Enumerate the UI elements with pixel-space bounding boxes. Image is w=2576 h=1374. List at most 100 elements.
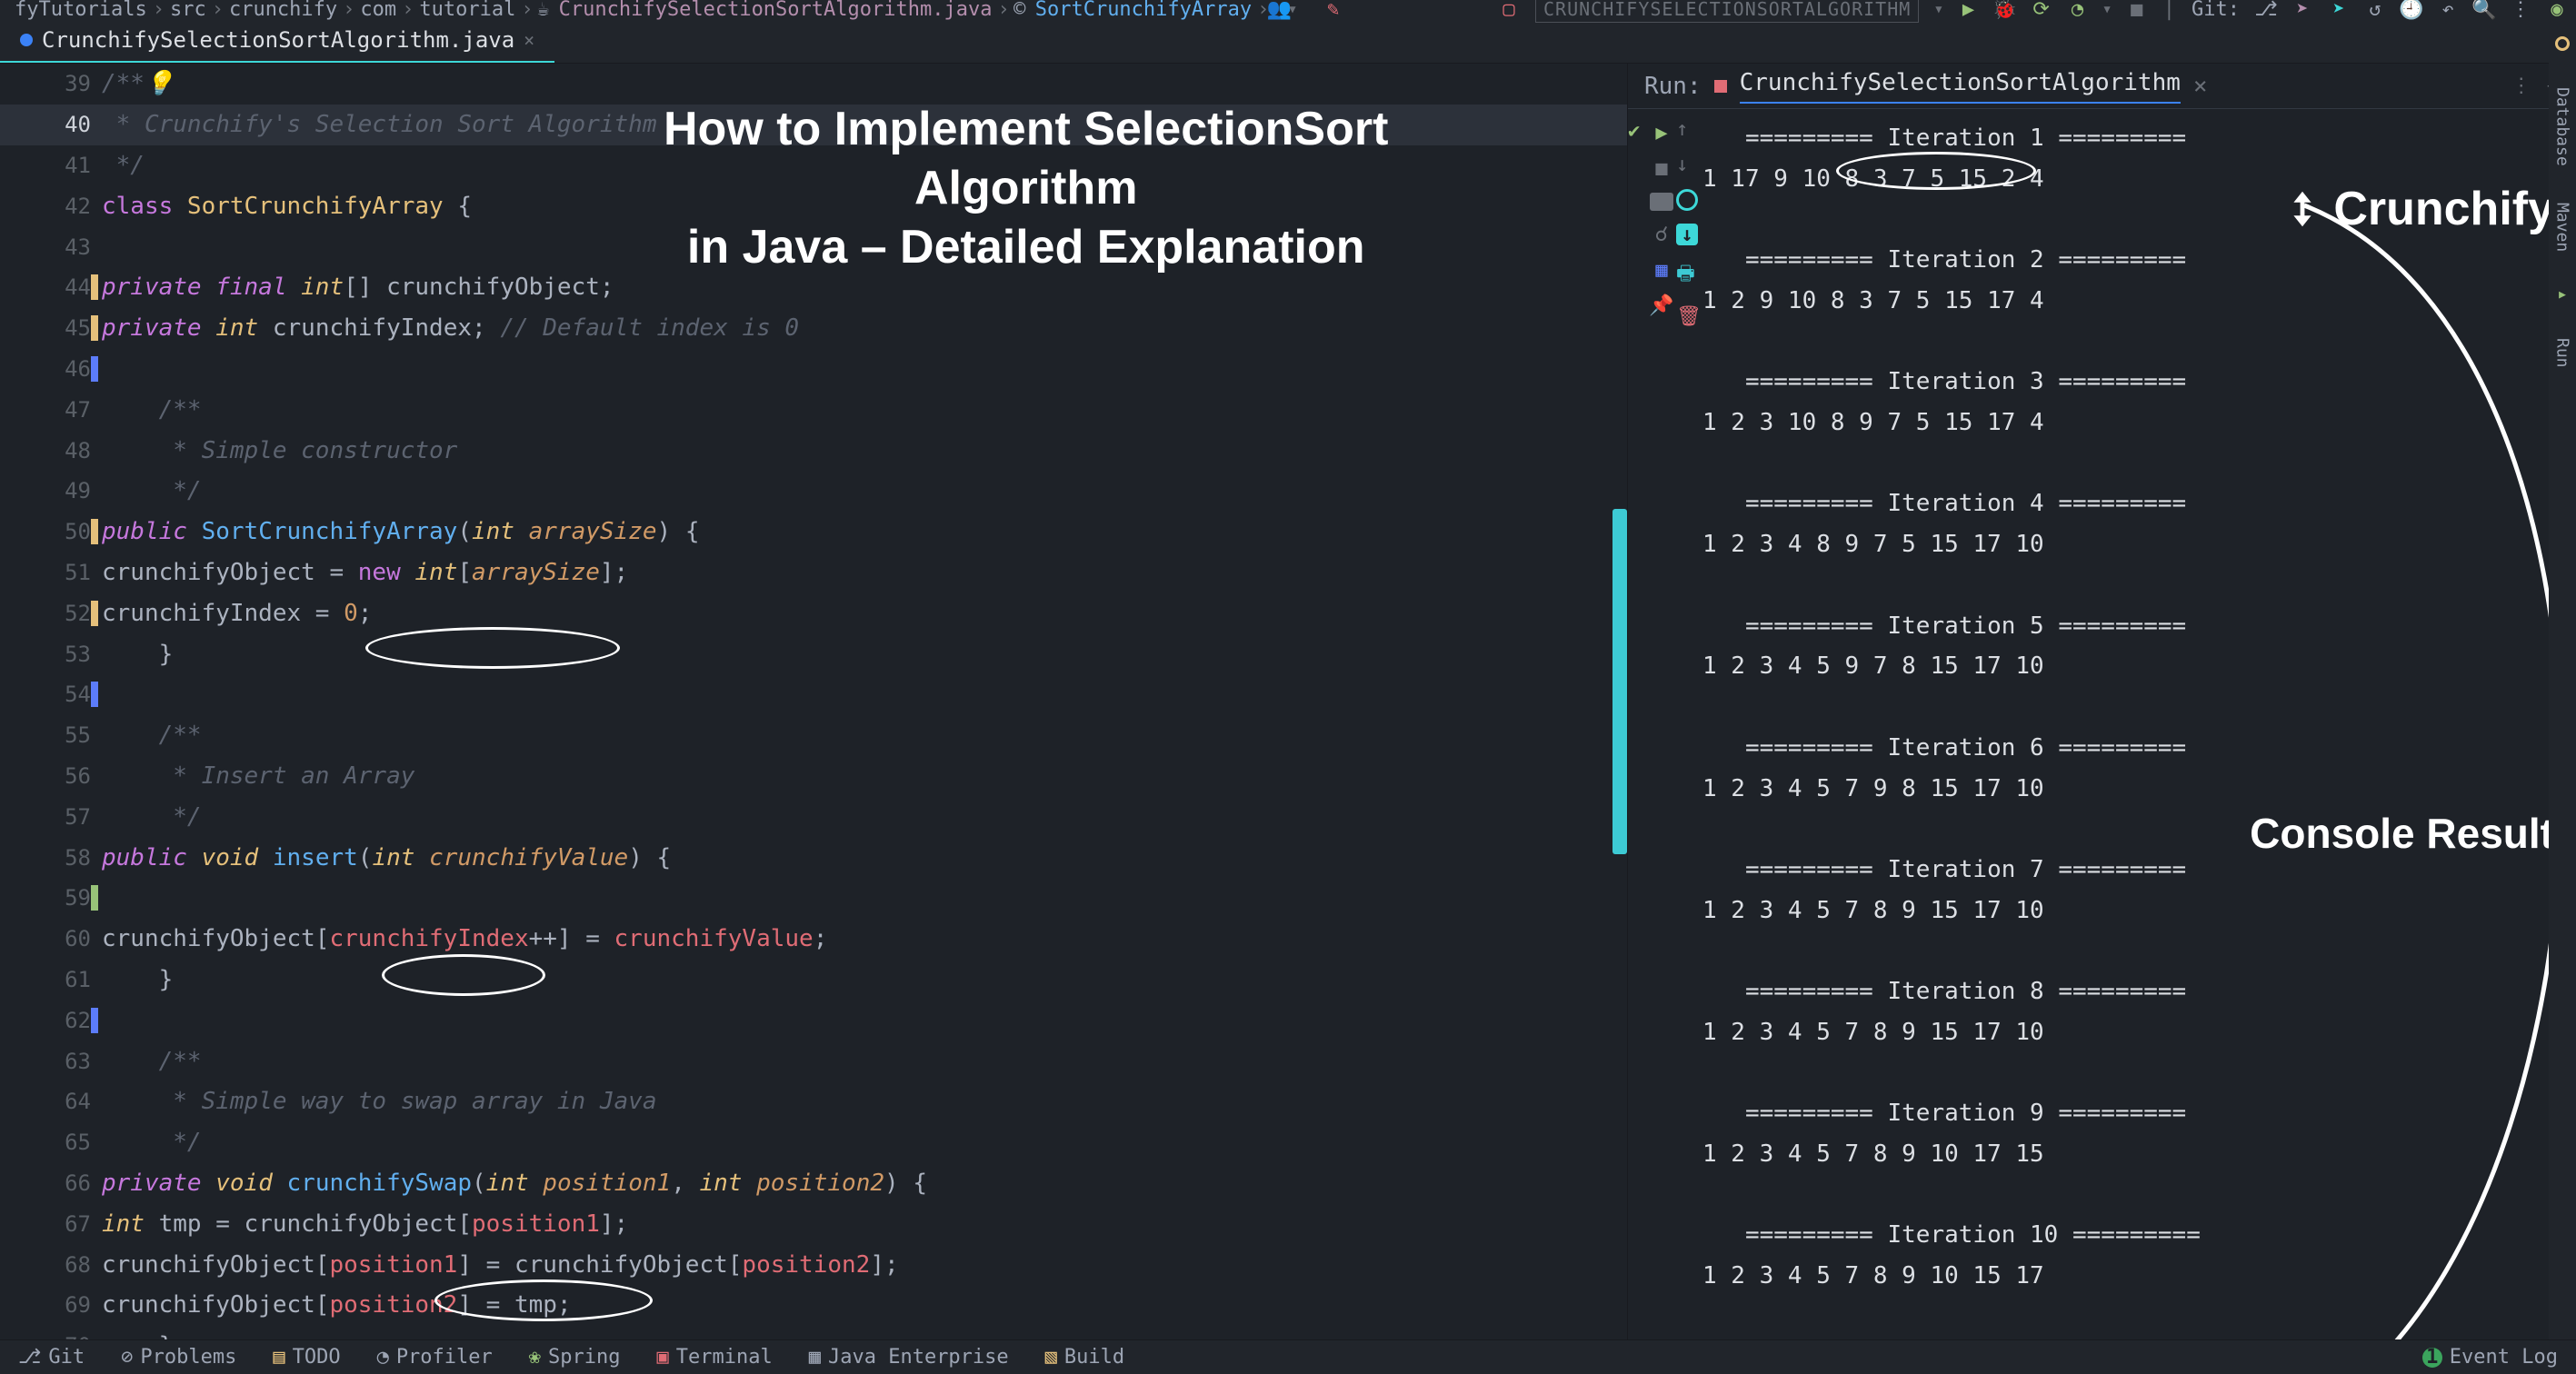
code-line[interactable]: public void insert(int crunchifyValue) {	[102, 837, 1627, 878]
gutter-line-number[interactable]: 70	[0, 1326, 102, 1339]
gutter-line-number[interactable]: 66	[0, 1163, 102, 1204]
code-line[interactable]	[102, 878, 1627, 919]
code-line[interactable]: crunchifyObject = new int[arraySize];	[102, 553, 1627, 593]
pin-icon[interactable]: 📌	[1649, 294, 1673, 317]
code-area[interactable]: /**💡 * Crunchify's Selection Sort Algori…	[102, 64, 1627, 1339]
console-output[interactable]: ========= Iteration 1 ========= 1 17 9 1…	[1695, 109, 2576, 1339]
code-line[interactable]: int tmp = crunchifyObject[position1];	[102, 1203, 1627, 1244]
run-indicator-icon[interactable]: ▶	[2559, 288, 2566, 302]
attach-icon[interactable]: ☌	[1655, 224, 1667, 246]
status-build[interactable]: ▧Build	[1045, 1346, 1124, 1369]
code-line[interactable]: * Insert an Array	[102, 756, 1627, 797]
gutter-line-number[interactable]: 61	[0, 960, 102, 1001]
gutter-line-number[interactable]: 55	[0, 715, 102, 756]
gutter-line-number[interactable]: 54	[0, 674, 102, 715]
settings-icon[interactable]: ⋮	[2511, 0, 2531, 19]
code-line[interactable]: * Simple constructor	[102, 430, 1627, 471]
code-line[interactable]: /**💡	[102, 64, 1627, 105]
status-terminal[interactable]: ▣Terminal	[657, 1346, 773, 1369]
gutter-line-number[interactable]: 63	[0, 1040, 102, 1081]
database-icon[interactable]	[2555, 36, 2570, 51]
dropdown-icon[interactable]: ▼	[1935, 3, 1942, 15]
gutter-line-number[interactable]: 59	[0, 878, 102, 919]
code-line[interactable]	[102, 674, 1627, 715]
status-git[interactable]: ⎇Git	[18, 1346, 85, 1369]
status-problems[interactable]: ⊘Problems	[121, 1346, 236, 1369]
gutter-line-number[interactable]: 42	[0, 185, 102, 226]
breadcrumb-file[interactable]: CrunchifySelectionSortAlgorithm.java	[559, 0, 993, 21]
gutter-line-number[interactable]: 50	[0, 512, 102, 553]
gutter-line-number[interactable]: 51	[0, 553, 102, 593]
gutter-line-number[interactable]: 52	[0, 592, 102, 633]
status-event-log[interactable]: 1Event Log	[2422, 1346, 2558, 1369]
code-line[interactable]: */	[102, 1122, 1627, 1163]
code-line[interactable]	[102, 226, 1627, 267]
code-line[interactable]: crunchifyObject[position1] = crunchifyOb…	[102, 1244, 1627, 1285]
screenshot-icon[interactable]	[1650, 193, 1673, 211]
close-icon[interactable]: ×	[2193, 73, 2208, 100]
rerun-icon[interactable]: ▶	[1655, 122, 1667, 144]
run-config-dropdown[interactable]: CRUNCHIFYSELECTIONSORTALGORITHM	[1535, 0, 1919, 23]
stop-icon[interactable]: ■	[2127, 0, 2147, 19]
code-line[interactable]: /**	[102, 1040, 1627, 1081]
database-tab[interactable]: Database	[2553, 87, 2572, 166]
close-icon[interactable]: ×	[524, 29, 534, 51]
gutter-line-number[interactable]: 67	[0, 1203, 102, 1244]
gutter-line-number[interactable]: 39	[0, 64, 102, 105]
code-line[interactable]: crunchifyIndex = 0;	[102, 592, 1627, 633]
run-tab-title[interactable]: CrunchifySelectionSortAlgorithm	[1740, 69, 2181, 104]
code-line[interactable]: */	[102, 471, 1627, 512]
edit-icon[interactable]: ✎	[1323, 0, 1343, 19]
stop-icon[interactable]: ■	[1655, 157, 1667, 180]
profile-icon[interactable]: ◔	[2068, 0, 2088, 19]
update-icon[interactable]: ↺	[2365, 0, 2385, 19]
editor-tab-active[interactable]: CrunchifySelectionSortAlgorithm.java ×	[0, 18, 554, 63]
gutter-line-number[interactable]: 60	[0, 919, 102, 960]
code-line[interactable]: /**	[102, 715, 1627, 756]
editor-pane[interactable]: 3940414243444546474849505152535455565758…	[0, 64, 1627, 1339]
dropdown-icon[interactable]: ▼	[1289, 3, 1295, 15]
gutter-line-number[interactable]: 46	[0, 349, 102, 390]
run-icon[interactable]: ▶	[1959, 0, 1979, 19]
push-icon[interactable]: ➤	[2329, 0, 2349, 19]
gutter-line-number[interactable]: 45	[0, 308, 102, 349]
rollback-icon[interactable]: ↶	[2438, 0, 2458, 19]
scrollbar-thumb[interactable]	[1612, 509, 1627, 854]
status-profiler[interactable]: ◔Profiler	[377, 1346, 493, 1369]
gutter-line-number[interactable]: 57	[0, 796, 102, 837]
code-line[interactable]	[102, 1000, 1627, 1040]
run-tab[interactable]: Run	[2553, 338, 2572, 368]
gutter-line-number[interactable]: 58	[0, 837, 102, 878]
gutter-line-number[interactable]: 62	[0, 1000, 102, 1040]
more-icon[interactable]: ⋮	[2511, 75, 2531, 97]
gutter-line-number[interactable]: 43	[0, 226, 102, 267]
code-line[interactable]: public SortCrunchifyArray(int arraySize)…	[102, 512, 1627, 553]
gutter-line-number[interactable]: 41	[0, 145, 102, 186]
code-line[interactable]: }	[102, 633, 1627, 674]
history-icon[interactable]: 🕘	[2401, 0, 2421, 19]
gutter-line-number[interactable]: 65	[0, 1122, 102, 1163]
code-line[interactable]: */	[102, 145, 1627, 186]
commit-icon[interactable]: ➤	[2292, 0, 2312, 19]
dropdown-icon[interactable]: ▼	[2104, 3, 2111, 15]
coverage-icon[interactable]: ⟳	[2032, 0, 2052, 19]
code-line[interactable]: * Simple way to swap array in Java	[102, 1081, 1627, 1122]
breadcrumb-class[interactable]: SortCrunchifyArray	[1035, 0, 1252, 21]
code-line[interactable]: }	[102, 960, 1627, 1001]
code-line[interactable]: crunchifyObject[position2] = tmp;	[102, 1285, 1627, 1326]
code-line[interactable]: * Crunchify's Selection Sort Algorithm	[102, 105, 1627, 145]
code-line[interactable]: private void crunchifySwap(int position1…	[102, 1163, 1627, 1204]
debug-icon[interactable]: 🐞	[1995, 0, 2015, 19]
people-icon[interactable]: 👥	[1269, 0, 1289, 19]
gutter-line-number[interactable]: 53	[0, 633, 102, 674]
code-line[interactable]: */	[102, 796, 1627, 837]
code-line[interactable]: private final int[] crunchifyObject;	[102, 267, 1627, 308]
gutter-line-number[interactable]: 40	[0, 105, 102, 145]
gutter-line-number[interactable]: 56	[0, 756, 102, 797]
layout-icon[interactable]: ▦	[1655, 259, 1667, 282]
gutter-line-number[interactable]: 47	[0, 389, 102, 430]
gutter-line-number[interactable]: 68	[0, 1244, 102, 1285]
gutter-line-number[interactable]: 64	[0, 1081, 102, 1122]
status-java[interactable]: ▦Java Enterprise	[809, 1346, 1009, 1369]
gutter-line-number[interactable]: 69	[0, 1285, 102, 1326]
